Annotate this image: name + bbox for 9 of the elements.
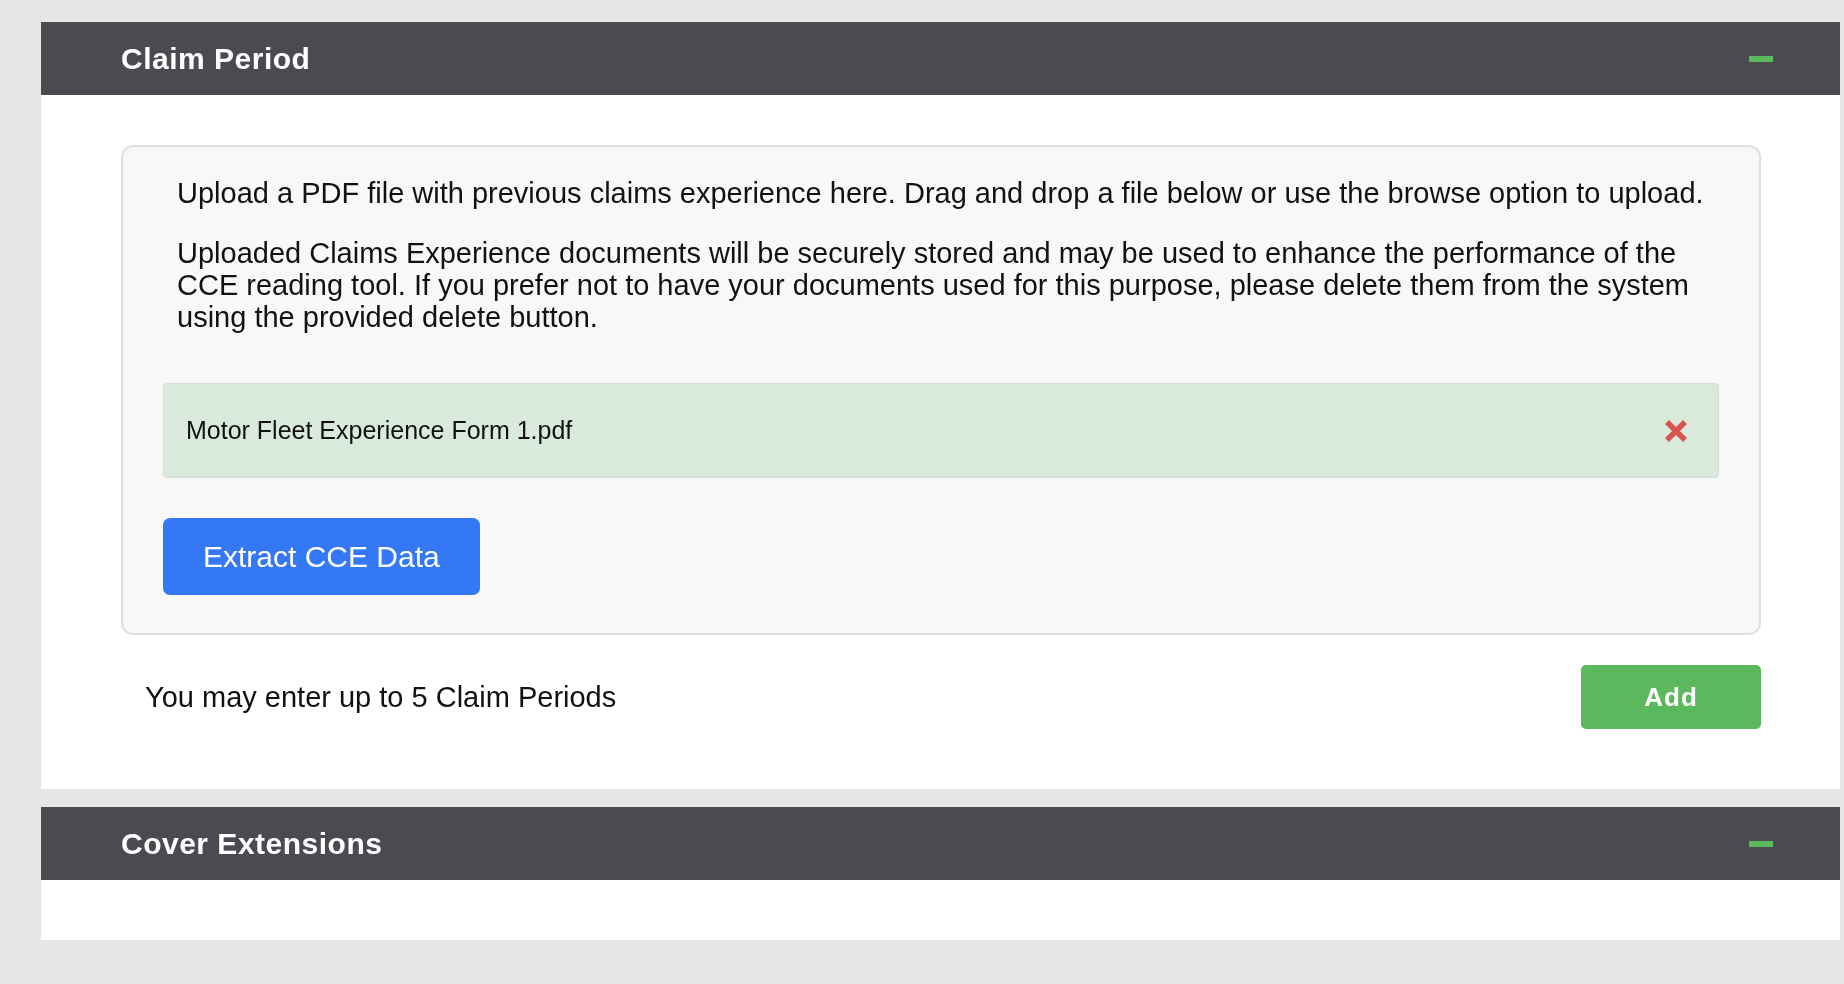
instruction-text: Uploaded Claims Experience documents will be securely stored and may be used to enhance the performance of the CCE reading tool. If you prefer not to have your documents used for this purpose, please delete them from the system using the provided delete button. xyxy=(177,237,1691,333)
file-name: Motor Fleet Experience Form 1.pdf xyxy=(186,416,573,445)
instruction-text: Upload a PDF file with previous claims experience here. Drag and drop a file below or use the browse option to upload. xyxy=(177,177,1705,209)
section-title: Claim Period xyxy=(121,41,311,76)
add-button[interactable]: Add xyxy=(1581,665,1761,729)
claim-limit-text: You may enter up to 5 Claim Periods xyxy=(145,680,617,714)
delete-icon[interactable] xyxy=(1664,418,1688,443)
section-title: Cover Extensions xyxy=(121,826,383,861)
extract-button[interactable]: Extract CCE Data xyxy=(163,518,480,595)
